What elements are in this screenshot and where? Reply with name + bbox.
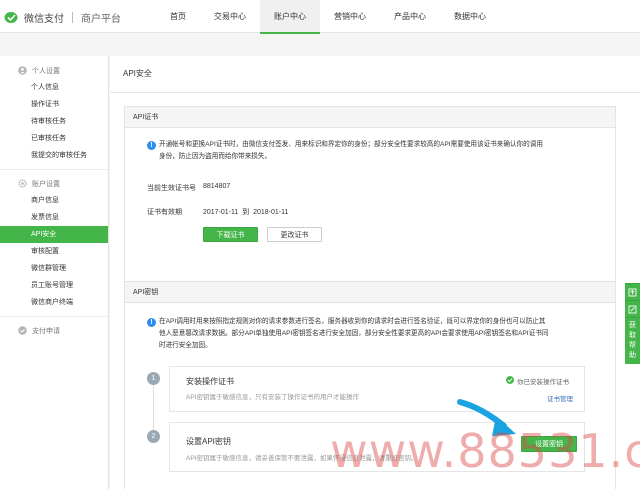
check-circle-icon [18, 326, 27, 335]
validity-label: 证书有效期 [147, 209, 182, 216]
wechat-pay-logo[interactable]: 微信支付 商户平台 [4, 10, 121, 25]
nav-home[interactable]: 首页 [156, 0, 200, 33]
sidebar-group-personal: 个人设置 个人信息 操作证书 待审核任务 已审核任务 我提交的审核任务 [0, 56, 108, 164]
sidebar-group-header: 账户设置 [0, 175, 108, 192]
scroll-top-icon[interactable] [625, 284, 640, 301]
sidebar-divider [0, 169, 108, 170]
change-cert-button[interactable]: 更改证书 [267, 227, 322, 242]
page-title: API安全 [123, 69, 152, 78]
sidebar-divider [0, 316, 108, 317]
sidebar-item-review-config[interactable]: 审核配置 [0, 243, 108, 260]
download-cert-button[interactable]: 下载证书 [203, 227, 258, 242]
nav-account-center[interactable]: 账户中心 [260, 0, 320, 34]
sidebar-item-invoice-info[interactable]: 发票信息 [0, 209, 108, 226]
sidebar-item-api-security[interactable]: API安全 [0, 226, 108, 243]
help-label-char: 帮 [629, 342, 636, 349]
sidebar-group-account: 账户设置 商户信息 发票信息 API安全 审核配置 微信群管理 员工账号管理 微… [0, 175, 108, 311]
cert-notice-line: 开通帐号和更换API证书时，由微信支付签发、用来标识和界定你的身份；部分安全性要… [159, 141, 543, 148]
sidebar-item-pending-review[interactable]: 待审核任务 [0, 113, 108, 130]
sidebar-group-pay-apply: 支付申请 [0, 322, 108, 339]
brand-name: 微信支付 [24, 14, 64, 25]
check-icon [506, 376, 514, 384]
cert-installed-status: 你已安装操作证书 [517, 379, 569, 386]
nav-data-center[interactable]: 数据中心 [440, 0, 500, 33]
sidebar-item-reviewed[interactable]: 已审核任务 [0, 130, 108, 147]
edit-icon[interactable] [625, 301, 640, 318]
cert-management-link[interactable]: 证书管理 [547, 393, 573, 403]
sidebar-item-wechat-group[interactable]: 微信群管理 [0, 260, 108, 277]
sidebar-item-merchant-terminal[interactable]: 微信商户终端 [0, 294, 108, 311]
sidebar-group-title: 个人设置 [32, 67, 60, 75]
panel-header: API密钥 [125, 282, 615, 303]
validity-value: 2017-01-11 到 2018-01-11 [203, 209, 289, 216]
step-title: 安装操作证书 [186, 377, 234, 386]
sidebar: 个人设置 个人信息 操作证书 待审核任务 已审核任务 我提交的审核任务 账户设置… [0, 56, 109, 489]
step-title: 设置API密钥 [186, 437, 231, 446]
get-help-button[interactable]: 获 取 帮 助 [625, 318, 640, 364]
info-icon: ! [147, 141, 156, 150]
cert-notice-line: 身份，防止因为盗用而给你带来损失。 [159, 153, 272, 160]
nav-marketing-center[interactable]: 营销中心 [320, 0, 380, 33]
sidebar-item-staff-accounts[interactable]: 员工账号管理 [0, 277, 108, 294]
key-notice-line: 时进行安全加固。 [159, 342, 212, 349]
sidebar-item-pay-apply[interactable]: 支付申请 [0, 322, 108, 339]
serial-label: 当前生效证书号 [147, 185, 196, 192]
help-sidebar: 获 取 帮 助 [625, 283, 640, 364]
sidebar-item-operation-cert[interactable]: 操作证书 [0, 96, 108, 113]
sidebar-group-title: 支付申请 [32, 327, 60, 335]
gear-icon [18, 179, 27, 188]
watermark: www.88531.cn [330, 424, 640, 478]
sidebar-item-my-submitted[interactable]: 我提交的审核任务 [0, 147, 108, 164]
main-nav: 首页 交易中心 账户中心 营销中心 产品中心 数据中心 [156, 0, 500, 34]
step-number: 2 [147, 430, 160, 443]
help-label-char: 获 [629, 322, 636, 329]
info-icon: ! [147, 318, 156, 327]
step-number: 1 [147, 372, 160, 385]
sidebar-item-merchant-info[interactable]: 商户信息 [0, 192, 108, 209]
user-icon [18, 66, 27, 75]
sidebar-group-title: 账户设置 [32, 180, 60, 188]
sidebar-group-header: 个人设置 [0, 62, 108, 79]
help-label-char: 助 [629, 352, 636, 359]
nav-product-center[interactable]: 产品中心 [380, 0, 440, 33]
key-notice-line: 他人恶意篡改请求数据。部分API单独使用API密钥签名进行安全加固，部分安全性要… [159, 330, 549, 337]
title-divider [110, 92, 640, 93]
panel-header: API证书 [125, 107, 615, 128]
brand-subtitle: 商户平台 [81, 14, 121, 25]
wechat-pay-logo-icon [4, 12, 18, 23]
step-desc: API密钥属于敏感信息，只有安装了操作证书的用户才能操作 [186, 394, 359, 401]
key-notice-line: 在API调用时用来按照指定规则对你的请求参数进行签名，服务器收到你的请求时会进行… [159, 318, 546, 325]
serial-value: 8814807 [203, 183, 231, 190]
top-header: 微信支付 商户平台 首页 交易中心 账户中心 营销中心 产品中心 数据中心 [0, 0, 640, 34]
nav-trade-center[interactable]: 交易中心 [200, 0, 260, 33]
help-label-char: 取 [629, 332, 636, 339]
brand-divider [72, 12, 73, 23]
sidebar-item-personal-info[interactable]: 个人信息 [0, 79, 108, 96]
